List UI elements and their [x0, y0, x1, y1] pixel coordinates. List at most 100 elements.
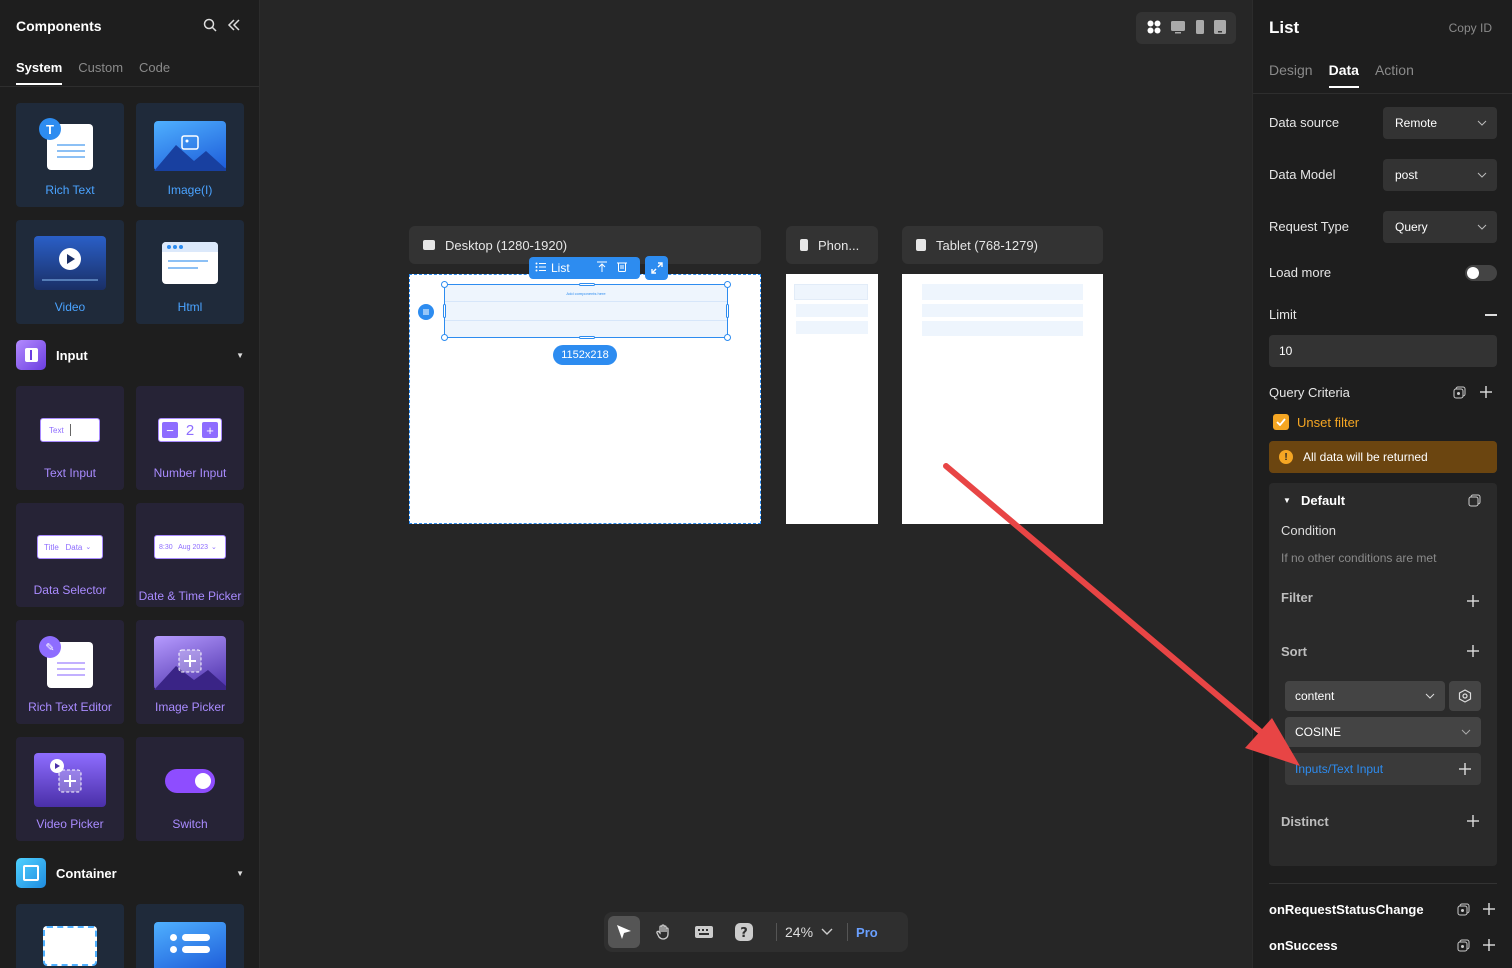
chevron-down-icon [1477, 120, 1487, 126]
add-event-icon[interactable] [1482, 902, 1496, 919]
frame-label: Phon... [818, 237, 860, 253]
tab-data[interactable]: Data [1328, 62, 1359, 88]
request-type-label: Request Type [1269, 219, 1349, 234]
binding-value: Inputs/Text Input [1295, 762, 1384, 776]
tab-code[interactable]: Code [139, 60, 170, 85]
limit-label: Limit [1269, 307, 1297, 322]
resize-handle[interactable] [579, 283, 595, 286]
component-card-video[interactable]: Video [16, 220, 124, 324]
copy-icon[interactable] [1468, 494, 1481, 510]
select-tool-icon[interactable] [608, 916, 640, 948]
data-source-select[interactable]: Remote [1383, 107, 1497, 139]
section-container[interactable]: Container ▼ [16, 858, 244, 888]
resize-handle[interactable] [726, 304, 729, 318]
warning-text: All data will be returned [1303, 450, 1428, 464]
variable-binding-icon[interactable] [1457, 903, 1470, 919]
component-card-data-selector[interactable]: Title Data ⌄ Data Selector [16, 503, 124, 607]
load-more-toggle[interactable] [1465, 265, 1497, 281]
expand-icon[interactable] [645, 256, 668, 280]
load-more-label: Load more [1269, 265, 1332, 280]
add-criteria-icon[interactable] [1479, 385, 1493, 402]
component-card-switch[interactable]: Switch [136, 737, 244, 841]
thumb-text: Title Data [44, 542, 83, 552]
zoom-select[interactable]: 24% [785, 924, 833, 940]
sort-mode-select[interactable]: COSINE [1285, 717, 1481, 747]
hand-tool-icon[interactable] [648, 916, 680, 948]
component-card-rich-text-editor[interactable]: ✎ Rich Text Editor [16, 620, 124, 724]
component-card-date-time-picker[interactable]: 8:30 Aug 2023 ⌄ Date & Time Picker [136, 503, 244, 607]
tablet-icon[interactable] [1213, 19, 1226, 37]
collapse-minus-icon[interactable] [1485, 314, 1497, 316]
components-panel: Components System Custom Code T Rich Tex… [0, 0, 260, 968]
frame-desktop[interactable]: Add components here [409, 274, 761, 524]
card-label: Video [54, 300, 86, 314]
caret-down-icon[interactable]: ▼ [236, 869, 244, 878]
tab-design[interactable]: Design [1269, 62, 1313, 88]
date-time-thumb-icon: 8:30 Aug 2023 ⌄ [154, 535, 226, 559]
frame-tablet[interactable] [902, 274, 1103, 524]
pro-badge[interactable]: Pro [856, 925, 878, 940]
component-card-html[interactable]: Html [136, 220, 244, 324]
variable-binding-icon[interactable] [1457, 939, 1470, 955]
resize-handle[interactable] [441, 281, 448, 288]
copy-id-button[interactable]: Copy ID [1449, 21, 1492, 35]
tab-action[interactable]: Action [1375, 62, 1414, 88]
limit-input[interactable]: 10 [1269, 335, 1497, 367]
drag-handle-icon[interactable] [418, 304, 434, 320]
data-model-select[interactable]: post [1383, 159, 1497, 191]
component-card-list[interactable] [136, 904, 244, 968]
all-devices-icon[interactable] [1147, 20, 1161, 37]
plus-icon [1459, 763, 1471, 775]
card-label: Data Selector [33, 583, 107, 597]
variable-binding-icon[interactable] [1453, 386, 1466, 402]
unset-filter-checkbox[interactable]: Unset filter [1273, 414, 1359, 430]
collapse-panel-icon[interactable] [227, 18, 241, 32]
caret-down-icon[interactable]: ▼ [236, 351, 244, 360]
list-icon [154, 922, 226, 968]
frame-label: Desktop (1280-1920) [445, 237, 568, 253]
phone-icon[interactable] [1195, 19, 1205, 37]
component-card-text-input[interactable]: Text Text Input [16, 386, 124, 490]
resize-handle[interactable] [724, 334, 731, 341]
field-settings-icon[interactable] [1449, 681, 1481, 711]
zoom-value: 24% [785, 924, 814, 940]
add-sort-icon[interactable] [1466, 644, 1480, 661]
sort-field-select[interactable]: content [1285, 681, 1445, 711]
desktop-icon[interactable] [1170, 20, 1186, 37]
properties-panel: List Copy ID Design Data Action Data sou… [1252, 0, 1512, 968]
image-icon [154, 121, 226, 171]
keyboard-icon[interactable] [688, 916, 720, 948]
component-toolbar: List [529, 257, 640, 279]
list-component[interactable]: Add components here [441, 281, 731, 341]
component-card-image[interactable]: Image(I) [136, 103, 244, 207]
thumb-text: 8:30 Aug 2023 [159, 543, 209, 551]
add-filter-icon[interactable] [1466, 594, 1480, 611]
sort-input-binding[interactable]: Inputs/Text Input [1285, 753, 1481, 785]
component-card-image-picker[interactable]: Image Picker [136, 620, 244, 724]
tab-system[interactable]: System [16, 60, 63, 85]
card-label: Date & Time Picker [138, 589, 242, 603]
component-card-number-input[interactable]: − 2 + Number Input [136, 386, 244, 490]
frame-header-phone[interactable]: Phon... [786, 226, 878, 264]
component-card-container[interactable] [16, 904, 124, 968]
move-to-top-icon[interactable] [597, 261, 607, 275]
request-type-select[interactable]: Query [1383, 211, 1497, 243]
caret-down-icon[interactable]: ▼ [1283, 496, 1291, 505]
default-title: Default [1301, 493, 1346, 508]
search-icon[interactable] [203, 18, 217, 32]
component-card-video-picker[interactable]: Video Picker [16, 737, 124, 841]
resize-handle[interactable] [724, 281, 731, 288]
tab-custom[interactable]: Custom [78, 60, 123, 85]
frame-header-tablet[interactable]: Tablet (768-1279) [902, 226, 1103, 264]
resize-handle[interactable] [443, 304, 446, 318]
help-icon[interactable]: ? [728, 916, 760, 948]
frame-phone[interactable] [786, 274, 878, 524]
select-value: content [1295, 689, 1335, 703]
resize-handle[interactable] [579, 336, 595, 339]
add-event-icon[interactable] [1482, 938, 1496, 955]
section-input[interactable]: Input ▼ [16, 340, 244, 370]
resize-handle[interactable] [441, 334, 448, 341]
component-card-rich-text[interactable]: T Rich Text [16, 103, 124, 207]
add-distinct-icon[interactable] [1466, 814, 1480, 831]
delete-icon[interactable] [617, 261, 627, 275]
